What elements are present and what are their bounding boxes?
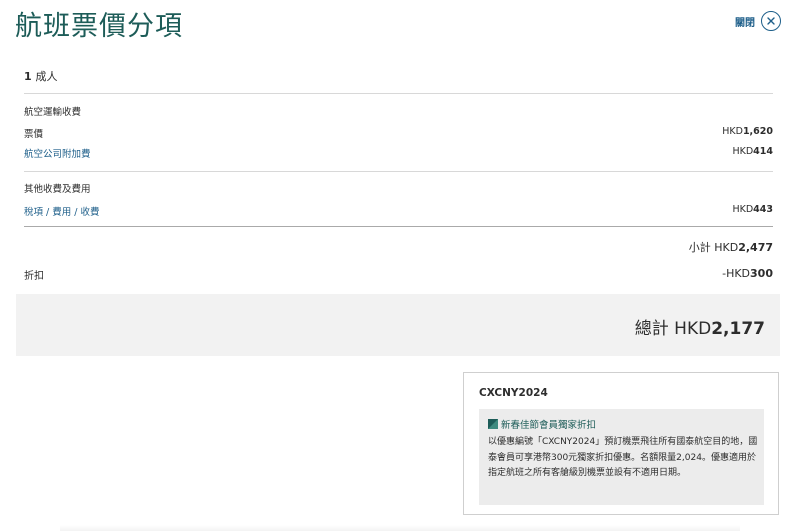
other-charges-title: 其他收費及費用 [24, 184, 91, 195]
taxes-fees-link[interactable]: 稅項 / 費用 / 收費 [24, 204, 99, 218]
promo-details: 新春佳節會員獨家折扣 以優惠編號「CXCNY2024」預訂機票飛往所有國泰航空目… [479, 409, 764, 505]
discount-label: 折扣 [24, 271, 44, 282]
page-title: 航班票價分項 [15, 11, 183, 42]
fare-row: 票價 HKD1,620 [24, 126, 773, 140]
close-icon[interactable] [761, 11, 781, 31]
divider [24, 226, 773, 227]
discount-amount: -HKD300 [722, 267, 773, 280]
divider [24, 93, 773, 94]
passenger-number: 1 [24, 70, 32, 83]
carrier-surcharge-row[interactable]: 航空公司附加費 HKD414 [24, 146, 773, 160]
promo-headline: 新春佳節會員獨家折扣 [488, 417, 596, 431]
fare-label: 票價 [24, 129, 44, 140]
subtotal: 小計 HKD2,477 [688, 241, 773, 254]
passenger-count: 1 成人 [24, 68, 773, 84]
close-control[interactable]: 關閉 [735, 11, 781, 31]
carrier-surcharge-amount: HKD414 [732, 146, 773, 157]
taxes-amount: HKD443 [732, 204, 773, 215]
air-transport-title: 航空運輸收費 [24, 107, 82, 118]
promo-code: CXCNY2024 [479, 387, 548, 399]
fare-amount: HKD1,620 [722, 126, 773, 137]
total-amount: 總計 HKD2,177 [634, 319, 765, 339]
total-bar: 總計 HKD2,177 [16, 294, 780, 356]
close-label[interactable]: 關閉 [735, 14, 755, 29]
promo-description: 以優惠編號「CXCNY2024」預訂機票飛往所有國泰航空目的地，國泰會員可享港幣… [488, 437, 758, 478]
passenger-type: 成人 [35, 70, 58, 83]
flag-icon [488, 419, 498, 429]
promo-card: CXCNY2024 新春佳節會員獨家折扣 以優惠編號「CXCNY2024」預訂機… [463, 372, 779, 515]
taxes-row[interactable]: 稅項 / 費用 / 收費 HKD443 [24, 204, 773, 218]
carrier-surcharge-link[interactable]: 航空公司附加費 [24, 146, 91, 160]
bottom-shadow [60, 525, 740, 531]
discount-row: 折扣 -HKD300 [24, 267, 773, 282]
divider [24, 171, 773, 172]
